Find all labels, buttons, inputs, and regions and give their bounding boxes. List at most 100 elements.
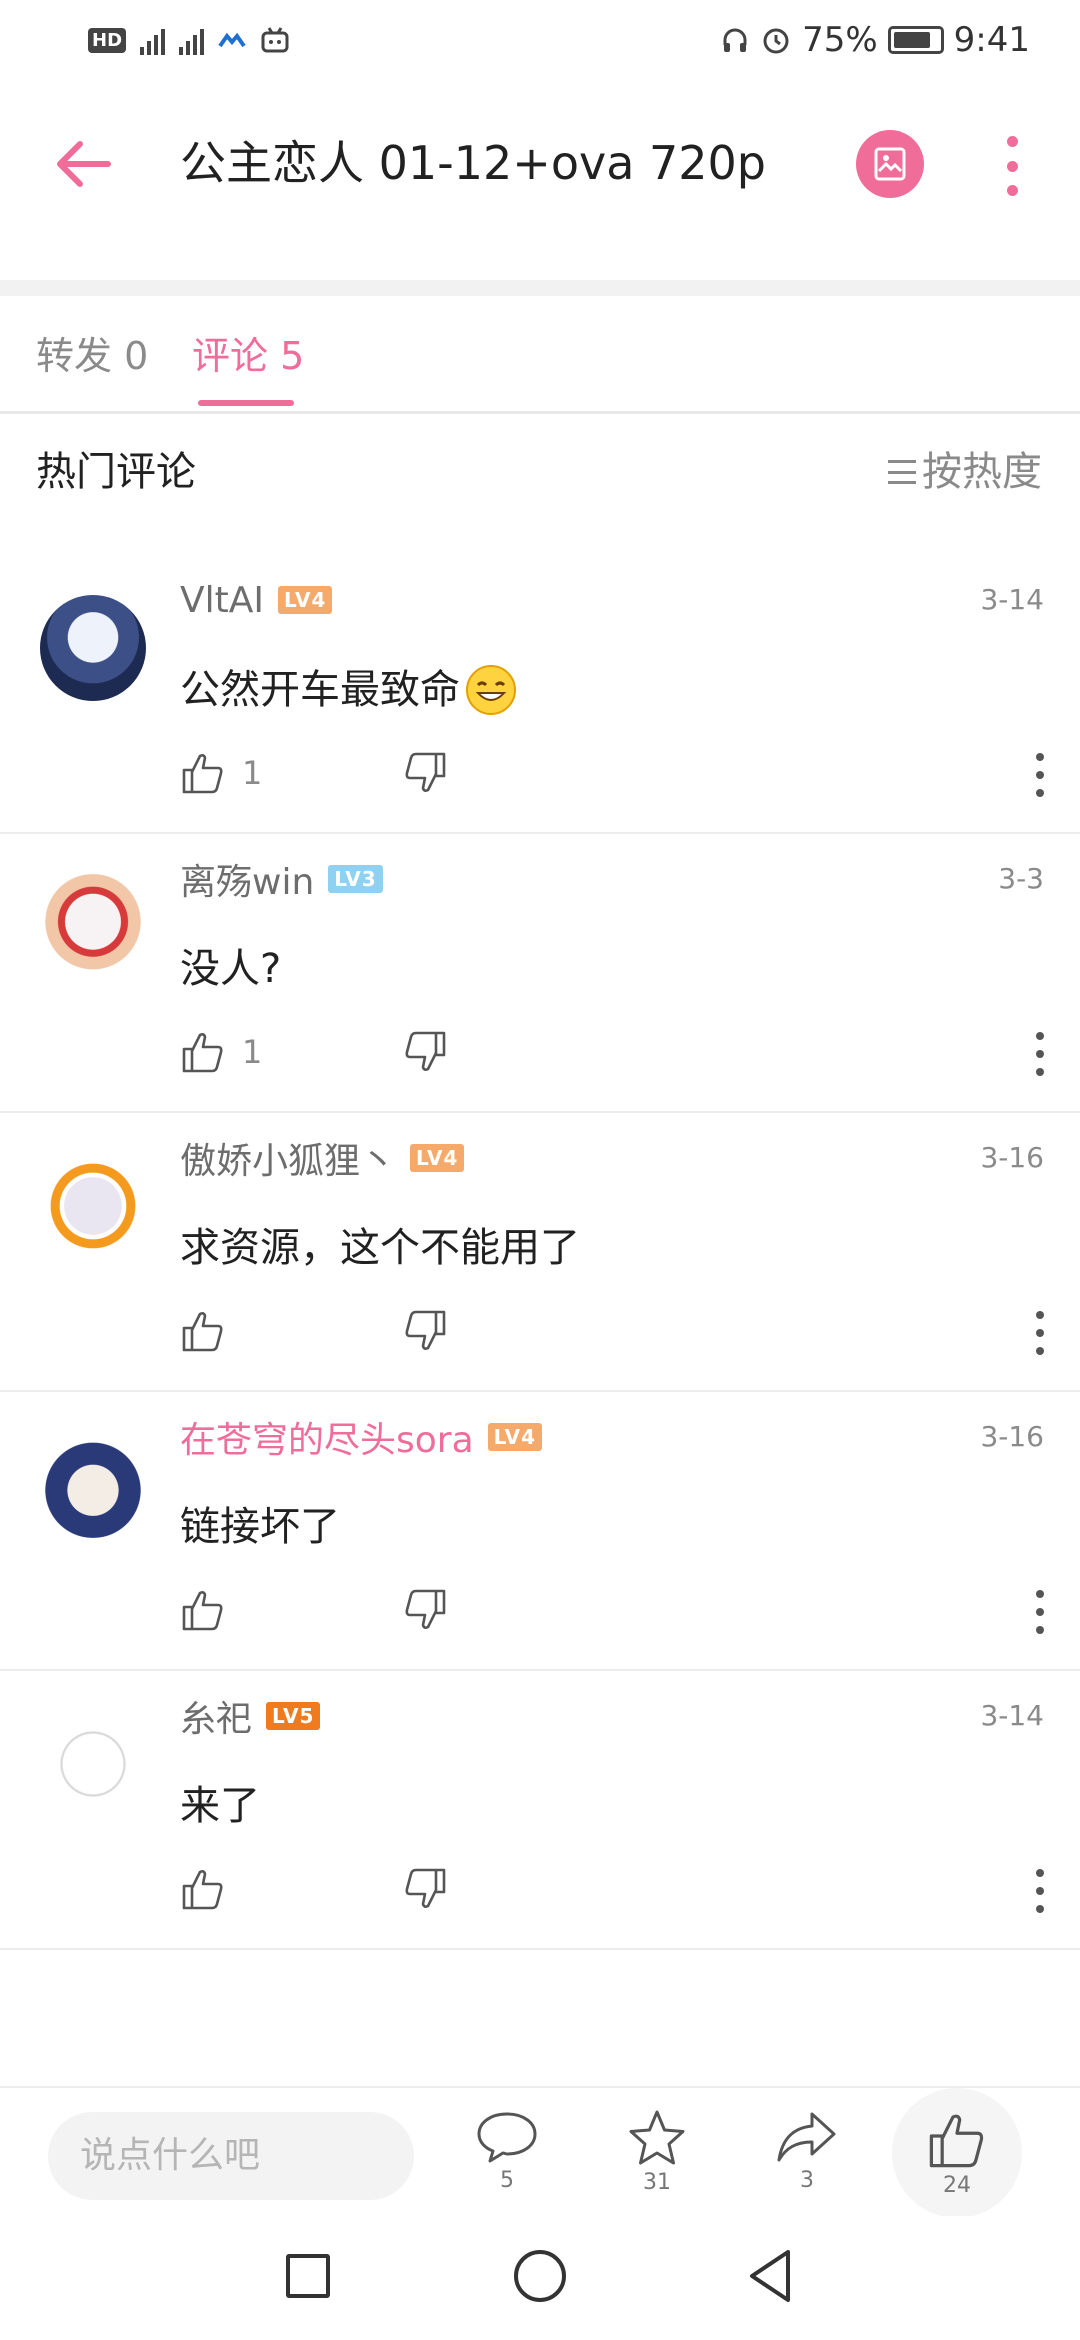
avatar[interactable]: [40, 1432, 146, 1538]
comment-body: 没人?: [180, 946, 282, 992]
alarm-icon: [763, 28, 789, 54]
system-nav-bar: [0, 2216, 1080, 2340]
comment-date: 3-14: [980, 583, 1044, 616]
comment-text: 公然开车最致命: [180, 660, 518, 720]
battery-percent: 75%: [802, 20, 878, 60]
sort-button[interactable]: 按热度: [888, 442, 1042, 502]
signal-icon: [140, 25, 166, 55]
like-button[interactable]: [180, 1303, 242, 1359]
comment-actions: [180, 1303, 1050, 1359]
comment-item: 傲娇小狐狸丶 LV4 3-16 求资源，这个不能用了: [0, 1113, 1080, 1392]
comment-item: 离殇win LV3 3-3 没人? 1: [0, 834, 1080, 1113]
comment-body: 来了: [180, 1783, 260, 1829]
dislike-button[interactable]: [402, 1303, 448, 1359]
comment-text: 来了: [180, 1776, 260, 1836]
favorite-button[interactable]: 31: [612, 2108, 702, 2195]
thumbs-down-icon: [405, 1868, 446, 1908]
nav-back-icon[interactable]: [744, 2246, 794, 2306]
app-header: 公主恋人 01-12+ova 720p: [0, 100, 1080, 230]
comment-more-button[interactable]: [1030, 1032, 1050, 1076]
like-post-button[interactable]: 24: [892, 2088, 1022, 2218]
comment-text: 链接坏了: [180, 1497, 340, 1557]
comment-body: 公然开车最致命: [180, 667, 460, 713]
username[interactable]: 糸祀: [180, 1690, 252, 1742]
comment-body: 链接坏了: [180, 1504, 340, 1550]
speech-bubble-icon: [477, 2112, 537, 2163]
clock: 9:41: [953, 20, 1030, 60]
username[interactable]: 离殇win: [180, 853, 314, 905]
level-badge: LV3: [328, 865, 383, 893]
username[interactable]: 傲娇小狐狸丶: [180, 1132, 396, 1184]
level-badge: LV4: [410, 1144, 465, 1172]
comment-text: 没人?: [180, 939, 281, 999]
dislike-button[interactable]: [402, 1024, 448, 1080]
username-row: 在苍穹的尽头sora LV4: [180, 1411, 543, 1463]
section-divider: [0, 280, 1080, 296]
like-count: 1: [242, 754, 263, 792]
favorite-count: 31: [643, 2170, 671, 2195]
like-button[interactable]: 1: [180, 745, 262, 801]
tab-comments[interactable]: 评论 5: [192, 328, 304, 384]
bilibili-icon: [261, 27, 289, 53]
comment-body: 求资源，这个不能用了: [180, 1225, 580, 1271]
comment-more-button[interactable]: [1030, 1311, 1050, 1355]
username-row: 傲娇小狐狸丶 LV4: [180, 1132, 465, 1184]
like-button[interactable]: 1: [180, 1024, 262, 1080]
comment-date: 3-16: [980, 1420, 1044, 1453]
avatar[interactable]: [40, 874, 146, 980]
dislike-button[interactable]: [402, 1861, 448, 1917]
level-badge: LV4: [487, 1423, 543, 1451]
more-options-button[interactable]: [990, 136, 1034, 196]
thumbs-up-icon: [182, 1591, 223, 1631]
recents-button[interactable]: [286, 2254, 330, 2298]
home-button[interactable]: [514, 2250, 566, 2302]
like-button[interactable]: [180, 1861, 242, 1917]
comment-item: VltAI LV4 3-14 公然开车最致命 1: [0, 555, 1080, 834]
avatar[interactable]: [40, 1153, 146, 1259]
thumbs-down-icon: [405, 752, 446, 792]
thumbs-up-icon: [929, 2114, 984, 2167]
comment-button[interactable]: 5: [462, 2108, 552, 2193]
comment-actions: 1: [180, 1024, 1050, 1080]
like-count: 1: [242, 1033, 263, 1071]
username-row: 糸祀 LV5: [180, 1690, 321, 1742]
share-arrow-icon: [777, 2112, 836, 2162]
comment-input[interactable]: 说点什么吧: [48, 2112, 414, 2200]
avatar[interactable]: [40, 1711, 146, 1817]
share-button[interactable]: 3: [762, 2108, 852, 2193]
hot-comments-title: 热门评论: [36, 449, 196, 495]
picture-icon: [874, 147, 906, 181]
grin-emoji-icon: [466, 665, 516, 715]
dislike-button[interactable]: [402, 1582, 448, 1638]
thumbs-down-icon: [405, 1031, 446, 1071]
username[interactable]: VltAI: [180, 580, 264, 621]
dislike-button[interactable]: [402, 745, 448, 801]
comment-more-button[interactable]: [1030, 1590, 1050, 1634]
comment-item: 糸祀 LV5 3-14 来了: [0, 1671, 1080, 1950]
share-count: 3: [800, 2168, 814, 2193]
comment-date: 3-16: [980, 1141, 1044, 1174]
comment-actions: [180, 1582, 1050, 1638]
thumbs-up-icon: [182, 1033, 223, 1073]
avatar[interactable]: [40, 595, 146, 701]
like-button[interactable]: [180, 1582, 242, 1638]
level-badge: LV4: [278, 586, 333, 614]
comment-item: 在苍穹的尽头sora LV4 3-16 链接坏了: [0, 1392, 1080, 1671]
tab-forward[interactable]: 转发 0: [36, 328, 148, 384]
thumbs-up-icon: [182, 754, 223, 794]
wifi-app-icon: [218, 32, 246, 48]
comment-date: 3-14: [980, 1699, 1044, 1732]
thumbs-up-icon: [182, 1870, 223, 1910]
username[interactable]: 在苍穹的尽头sora: [180, 1411, 474, 1463]
star-icon: [629, 2110, 685, 2165]
comment-date: 3-3: [998, 862, 1044, 895]
thumbs-down-icon: [405, 1589, 446, 1629]
cover-button[interactable]: [856, 130, 924, 198]
comment-text: 求资源，这个不能用了: [180, 1218, 580, 1278]
sort-label: 按热度: [922, 449, 1042, 495]
signal-icon-2: [179, 25, 205, 55]
comment-more-button[interactable]: [1030, 753, 1050, 797]
back-arrow-icon[interactable]: [52, 132, 116, 196]
page-title: 公主恋人 01-12+ova 720p: [180, 136, 767, 190]
comment-more-button[interactable]: [1030, 1869, 1050, 1913]
